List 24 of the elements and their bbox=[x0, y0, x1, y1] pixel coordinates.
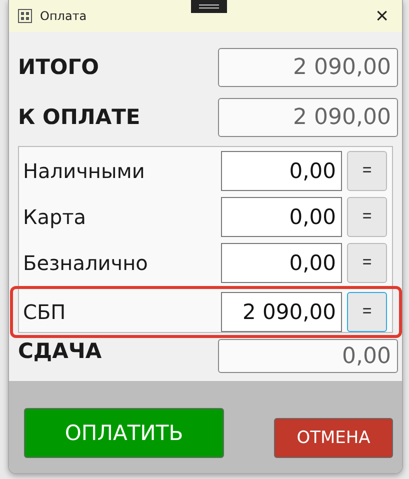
change-label: СДАЧА bbox=[18, 339, 102, 363]
close-button[interactable]: × bbox=[362, 0, 402, 32]
payment-field[interactable]: 0,00 bbox=[221, 243, 342, 283]
cancel-button[interactable]: ОТМЕНА bbox=[274, 418, 393, 458]
grid-icon bbox=[18, 9, 32, 23]
pay-button[interactable]: ОПЛАТИТЬ bbox=[24, 408, 224, 458]
payment-field[interactable]: 0,00 bbox=[221, 151, 342, 191]
window-title: Оплата bbox=[40, 9, 87, 23]
drag-handle-icon[interactable] bbox=[191, 0, 227, 13]
amount-field[interactable]: 2 090,00 bbox=[218, 48, 398, 86]
change-field[interactable]: 0,00 bbox=[218, 339, 398, 373]
payment-label: СБП bbox=[23, 300, 67, 324]
amount-field[interactable]: 2 090,00 bbox=[218, 98, 398, 136]
fill-button[interactable]: = bbox=[347, 151, 387, 191]
fill-button[interactable]: = bbox=[347, 243, 387, 283]
fill-button[interactable]: = bbox=[347, 292, 387, 332]
payment-label: Карта bbox=[23, 205, 88, 229]
total-label: К ОПЛАТЕ bbox=[18, 105, 140, 129]
payment-field[interactable]: 0,00 bbox=[221, 197, 342, 237]
payment-label: Наличными bbox=[23, 159, 146, 183]
total-label: ИТОГО bbox=[18, 55, 99, 79]
payment-field[interactable]: 2 090,00 bbox=[221, 292, 342, 332]
payment-label: Безналично bbox=[23, 251, 149, 275]
fill-button[interactable]: = bbox=[347, 197, 387, 237]
